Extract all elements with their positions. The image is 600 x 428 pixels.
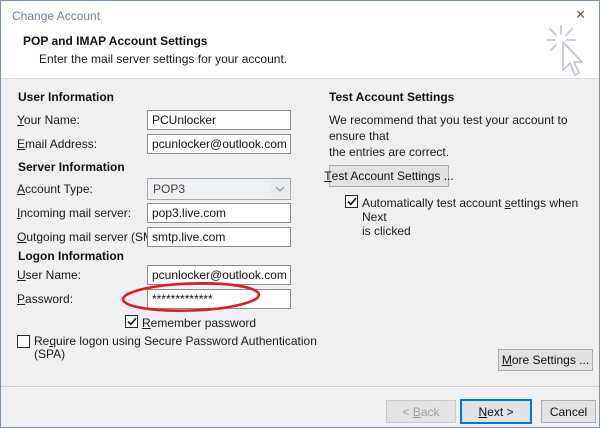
label-text: emember password bbox=[151, 316, 256, 330]
test-account-settings-heading: Test Account Settings bbox=[329, 90, 454, 104]
label-accel: Y bbox=[17, 113, 24, 127]
button-accel: N bbox=[478, 405, 487, 419]
your-name-input[interactable] bbox=[147, 110, 291, 130]
password-label: Password: bbox=[17, 292, 73, 306]
label-line2: is clicked bbox=[362, 224, 411, 238]
check-icon bbox=[127, 317, 137, 326]
incoming-server-label: Incoming mail server: bbox=[17, 206, 131, 220]
footer-divider bbox=[1, 386, 600, 387]
server-information-heading: Server Information bbox=[18, 160, 125, 174]
button-accel: B bbox=[413, 405, 421, 419]
remember-password-checkbox[interactable] bbox=[125, 315, 138, 328]
close-icon[interactable]: ✕ bbox=[575, 8, 586, 21]
label-accel: P bbox=[17, 292, 25, 306]
password-input[interactable] bbox=[147, 289, 291, 309]
logon-user-name-input[interactable] bbox=[147, 265, 291, 285]
change-account-dialog: Change Account ✕ POP and IMAP Account Se… bbox=[0, 0, 600, 428]
outgoing-server-input[interactable] bbox=[147, 227, 291, 247]
label-line2: (SPA) bbox=[34, 347, 65, 361]
label-text: our Name: bbox=[24, 113, 80, 127]
back-button[interactable]: < Back bbox=[386, 400, 456, 423]
spa-label: Require logon using Secure Password Auth… bbox=[34, 335, 317, 361]
label-pre: Re bbox=[34, 334, 49, 348]
description-line2: the entries are correct. bbox=[329, 145, 449, 159]
more-settings-button[interactable]: More Settings ... bbox=[498, 349, 593, 371]
remember-password-label: Remember password bbox=[142, 316, 256, 330]
button-accel: T bbox=[324, 169, 331, 183]
account-type-value: POP3 bbox=[148, 182, 271, 196]
auto-test-checkbox[interactable] bbox=[345, 195, 358, 208]
label-accel: A bbox=[17, 182, 25, 196]
user-information-heading: User Information bbox=[18, 90, 114, 104]
wizard-cursor-icon bbox=[546, 25, 594, 79]
button-text: est Account Settings ... bbox=[332, 169, 454, 183]
button-text: ack bbox=[421, 405, 440, 419]
label-accel: R bbox=[142, 316, 151, 330]
auto-test-label: Automatically test account settings when… bbox=[362, 196, 599, 238]
logon-user-name-label: User Name: bbox=[17, 268, 81, 282]
test-account-description: We recommend that you test your account … bbox=[329, 112, 599, 160]
check-icon bbox=[347, 197, 357, 206]
incoming-server-input[interactable] bbox=[147, 203, 291, 223]
button-accel: M bbox=[502, 353, 512, 367]
next-button[interactable]: Next > bbox=[460, 399, 532, 424]
dialog-header: Change Account ✕ POP and IMAP Account Se… bbox=[1, 1, 599, 79]
label-text: ncoming mail server: bbox=[20, 206, 131, 220]
button-pre: < bbox=[402, 405, 412, 419]
description-line1: We recommend that you test your account … bbox=[329, 113, 568, 143]
button-text: Cancel bbox=[550, 405, 587, 419]
account-type-select[interactable]: POP3 bbox=[147, 178, 291, 200]
email-address-label: Email Address: bbox=[17, 137, 97, 151]
button-text: ext > bbox=[487, 405, 513, 419]
test-account-settings-button[interactable]: Test Account Settings ... bbox=[329, 165, 449, 187]
label-text: ccount Type: bbox=[25, 182, 93, 196]
logon-information-heading: Logon Information bbox=[18, 249, 124, 263]
label-pre: Automatically test account bbox=[362, 196, 505, 210]
label-text: mail Address: bbox=[25, 137, 97, 151]
button-text: ore Settings ... bbox=[512, 353, 589, 367]
label-accel: E bbox=[17, 137, 25, 151]
label-text: ser Name: bbox=[26, 268, 81, 282]
label-text: uire logon using Secure Password Authent… bbox=[56, 334, 317, 348]
label-text: assword: bbox=[25, 292, 73, 306]
page-heading: POP and IMAP Account Settings bbox=[23, 34, 207, 48]
cancel-button[interactable]: Cancel bbox=[541, 400, 596, 423]
page-subtitle: Enter the mail server settings for your … bbox=[39, 52, 287, 66]
label-accel: U bbox=[17, 268, 26, 282]
label-accel: O bbox=[17, 230, 26, 244]
account-type-label: Account Type: bbox=[17, 182, 93, 196]
chevron-down-icon bbox=[271, 180, 289, 198]
your-name-label: Your Name: bbox=[17, 113, 80, 127]
dialog-title: Change Account bbox=[12, 9, 100, 23]
email-address-input[interactable] bbox=[147, 134, 291, 154]
spa-checkbox[interactable] bbox=[17, 335, 30, 348]
